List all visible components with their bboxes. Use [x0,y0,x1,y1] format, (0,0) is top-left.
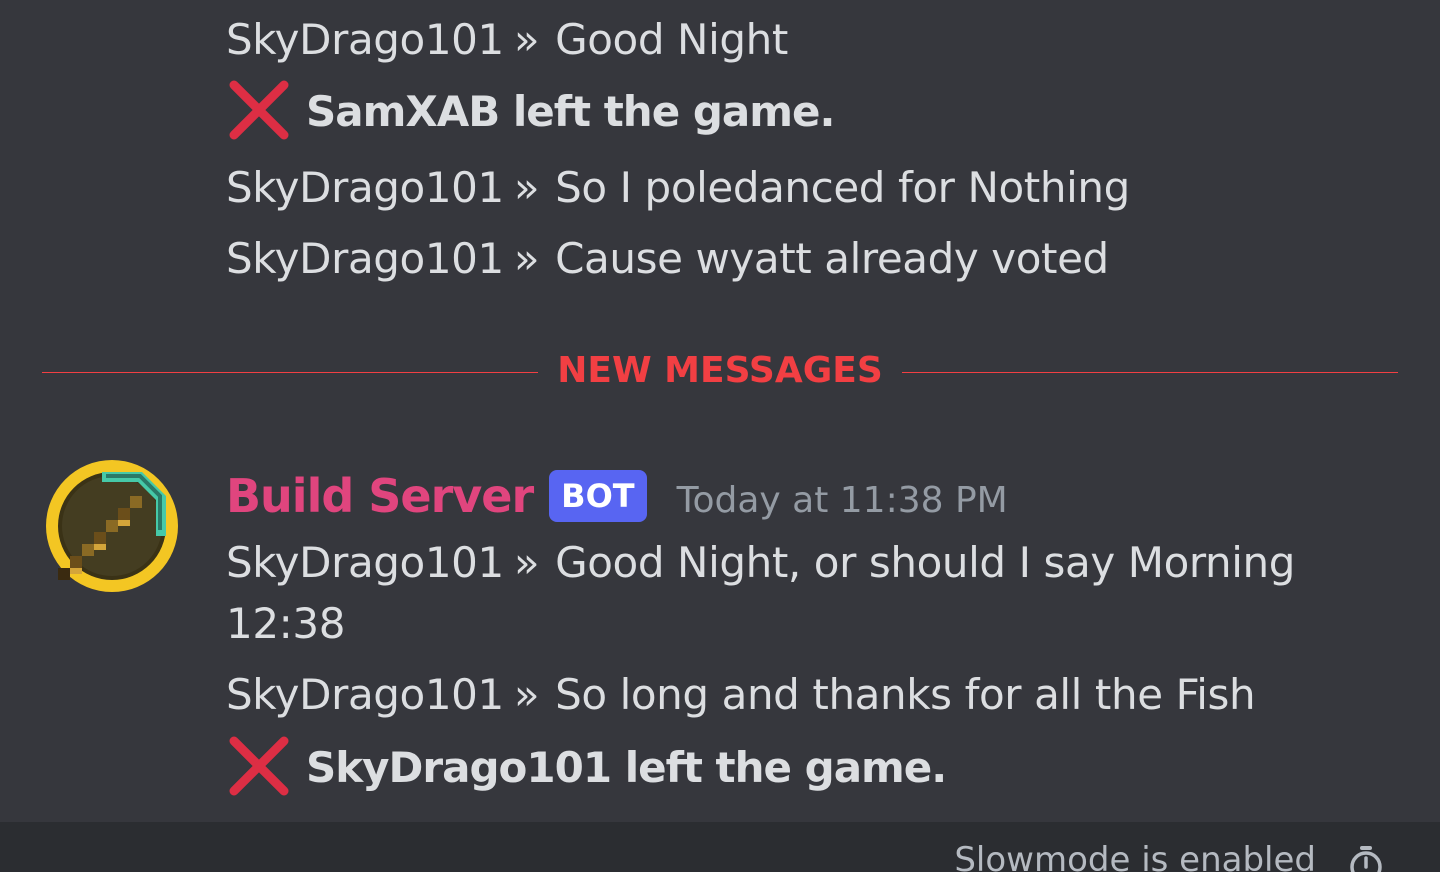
chat-line: SkyDrago101» Good Night, or should I say … [226,537,1295,589]
chat-line: SkyDrago101» Cause wyatt already voted [226,233,1109,285]
message-sender: SkyDrago101 [226,538,504,587]
slowmode-text: Slowmode is enabled [954,840,1316,872]
chat-messages-area: SkyDrago101» Good Night SamXAB left the g… [0,0,1440,822]
message-arrow: » [513,15,540,64]
message-sender: SkyDrago101 [226,670,504,719]
message-text: Cause wyatt already voted [555,234,1109,283]
chat-line-continuation: 12:38 [226,598,345,650]
message-text: Good Night, or should I say Morning [555,538,1295,587]
avatar[interactable] [42,456,182,596]
message-arrow: » [513,538,540,587]
leave-event-line: SamXAB left the game. [226,80,835,143]
event-text: SamXAB left the game. [306,87,835,136]
slowmode-bar: Slowmode is enabled [0,822,1440,872]
message-sender: SkyDrago101 [226,15,504,64]
message-text: 12:38 [226,599,346,648]
new-messages-label: NEW MESSAGES [557,350,883,391]
message-timestamp: Today at 11:38 PM [676,479,1008,521]
chat-line: SkyDrago101» So long and thanks for all t… [226,669,1256,721]
new-messages-divider-left [42,372,538,373]
username[interactable]: Build Server [226,469,534,523]
bot-badge: BOT [549,470,647,522]
message-text: So I poledanced for Nothing [555,163,1130,212]
leave-event-line: SkyDrago101 left the game. [226,736,947,799]
message-arrow: » [513,670,540,719]
pickaxe-icon [46,460,178,592]
message-text: Good Night [555,15,788,64]
event-text: SkyDrago101 left the game. [306,743,947,792]
message-arrow: » [513,163,540,212]
timer-icon[interactable] [1346,844,1386,872]
message-arrow: » [513,234,540,283]
chat-line: SkyDrago101» So I poledanced for Nothing [226,162,1130,214]
message-text: So long and thanks for all the Fish [555,670,1256,719]
message-sender: SkyDrago101 [226,234,504,283]
red-x-icon [229,736,289,795]
red-x-icon [229,80,289,139]
message-sender: SkyDrago101 [226,163,504,212]
message-header: Build Server BOT Today at 11:38 PM [226,466,1008,526]
chat-line: SkyDrago101» Good Night [226,14,788,66]
new-messages-divider-right [902,372,1398,373]
